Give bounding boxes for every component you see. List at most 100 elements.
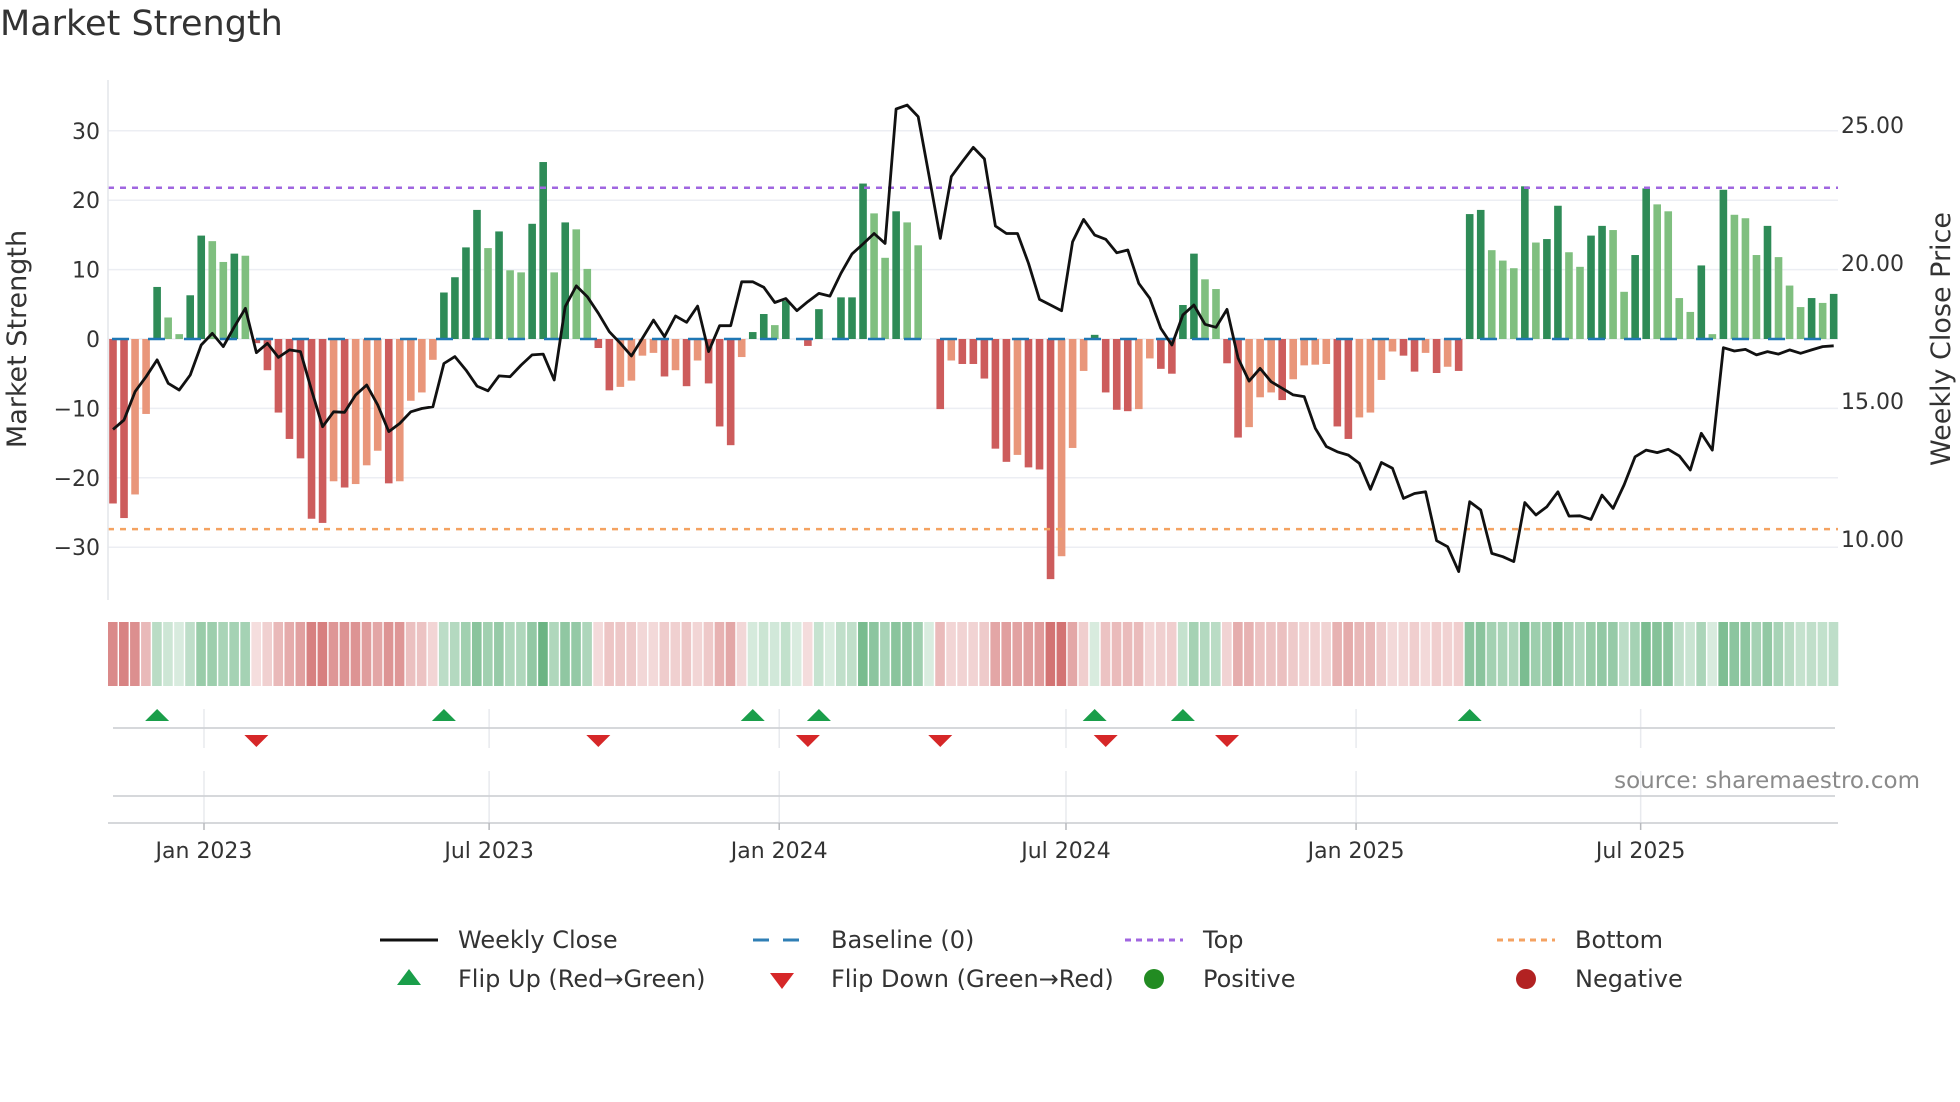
- heatmap-cell: [372, 622, 383, 686]
- legend-label: Bottom: [1575, 926, 1664, 954]
- strength-bar: [429, 339, 437, 360]
- heatmap-cell: [1508, 622, 1519, 686]
- strength-bar: [495, 231, 503, 339]
- heatmap-cell: [119, 622, 129, 686]
- strength-bar: [329, 339, 338, 482]
- strength-bar: [1035, 339, 1044, 470]
- heatmap-cell: [1696, 622, 1706, 686]
- heatmap-cell: [449, 622, 460, 686]
- heatmap-cell: [1299, 622, 1309, 686]
- heatmap-cell: [902, 622, 912, 686]
- heatmap-cell: [240, 622, 250, 686]
- heatmap-cell: [1045, 622, 1056, 686]
- heatmap-cell: [648, 622, 659, 686]
- heatmap-cell: [1773, 622, 1784, 686]
- heatmap-cell: [1541, 622, 1552, 686]
- strength-bar: [1664, 211, 1673, 339]
- strength-bar: [120, 339, 128, 519]
- strength-bar: [362, 339, 371, 466]
- heatmap-cell: [968, 622, 978, 686]
- strength-bar: [671, 339, 680, 371]
- heatmap-cell: [1409, 622, 1420, 686]
- legend-label: Positive: [1203, 965, 1296, 993]
- strength-bar: [186, 295, 195, 339]
- heatmap-cell: [1387, 622, 1398, 686]
- strength-bar: [605, 339, 614, 391]
- heatmap-cell: [1277, 622, 1287, 686]
- heatmap-cell: [262, 622, 273, 686]
- heatmap-cell: [339, 622, 350, 686]
- strength-bar: [1421, 339, 1430, 353]
- legend-label: Negative: [1575, 965, 1683, 993]
- heatmap-cell: [1188, 622, 1199, 686]
- heatmap-cell: [405, 622, 416, 686]
- triangle-up-icon: [397, 969, 421, 985]
- heatmap-cell: [935, 622, 945, 686]
- strength-bar: [307, 339, 316, 519]
- strength-bar: [947, 339, 956, 361]
- heatmap-cell: [427, 622, 438, 686]
- strength-bar: [782, 300, 790, 339]
- legend-top: Top: [1123, 922, 1244, 958]
- heatmap-cell: [946, 622, 956, 686]
- heatmap-cell: [141, 622, 151, 686]
- strength-bar: [958, 339, 967, 364]
- strength-bar: [1719, 189, 1728, 339]
- strength-bar: [980, 339, 989, 379]
- strength-bar: [395, 339, 404, 482]
- legend: Weekly Close Baseline (0) Top Bottom Fli…: [0, 922, 1960, 1012]
- heatmap-cell: [163, 622, 173, 686]
- heatmap-cell: [1530, 622, 1541, 686]
- heatmap-cell: [273, 622, 284, 686]
- heatmap-cell: [460, 622, 471, 686]
- heatmap-cell: [858, 622, 868, 686]
- heatmap-cell: [869, 622, 879, 686]
- legend-flip-up: Flip Up (Red→Green): [378, 961, 706, 997]
- strength-bar: [848, 297, 856, 339]
- legend-label: Top: [1203, 926, 1244, 954]
- y-tick-label: 30: [72, 120, 100, 145]
- strength-bar: [1146, 339, 1154, 359]
- dashed-line-swatch-icon: [753, 938, 811, 942]
- strength-bar: [1024, 339, 1033, 468]
- heatmap-cell: [1663, 622, 1673, 686]
- heatmap-cell: [1365, 622, 1376, 686]
- legend-positive: Positive: [1123, 961, 1296, 997]
- x-tick-label: Jan 2024: [729, 839, 828, 864]
- strength-bar: [164, 317, 172, 339]
- heatmap-cell: [1586, 622, 1596, 686]
- strength-bar: [1366, 339, 1375, 413]
- y-tick-label: 10: [72, 259, 100, 284]
- y-tick-label: 20: [72, 189, 100, 214]
- strength-bar: [1046, 339, 1055, 580]
- heatmap-cell: [1475, 622, 1486, 686]
- strength-bar: [903, 222, 911, 339]
- legend-label: Flip Down (Green→Red): [831, 965, 1114, 993]
- heatmap-cell: [1497, 622, 1508, 686]
- strength-bar: [991, 339, 1000, 449]
- heatmap-cell: [1354, 622, 1364, 686]
- strength-bar: [351, 339, 360, 485]
- heatmap-cell: [593, 622, 603, 686]
- heatmap-cell: [1431, 622, 1442, 686]
- heatmap-cell: [736, 622, 747, 686]
- strength-bar: [771, 325, 779, 339]
- heatmap-cell: [1310, 622, 1320, 686]
- heatmap-cell: [229, 622, 239, 686]
- strength-bar: [1223, 339, 1231, 364]
- strength-bar: [451, 277, 459, 339]
- flip-up-marker: [145, 709, 170, 721]
- strength-bar: [1631, 255, 1639, 339]
- strength-bar: [1344, 339, 1353, 439]
- y2-axis-label: Weekly Close Price: [1926, 212, 1957, 466]
- heatmap-cell: [1034, 622, 1045, 686]
- heatmap-cell: [1762, 622, 1773, 686]
- strength-bar: [1554, 205, 1562, 339]
- circle-green-icon: [1144, 969, 1164, 989]
- heatmap-cell: [1332, 622, 1342, 686]
- strength-bar: [837, 297, 845, 339]
- strength-bar: [1002, 339, 1011, 462]
- heatmap-cell: [957, 622, 967, 686]
- heatmap-cell: [703, 622, 714, 686]
- strength-bar: [737, 339, 746, 358]
